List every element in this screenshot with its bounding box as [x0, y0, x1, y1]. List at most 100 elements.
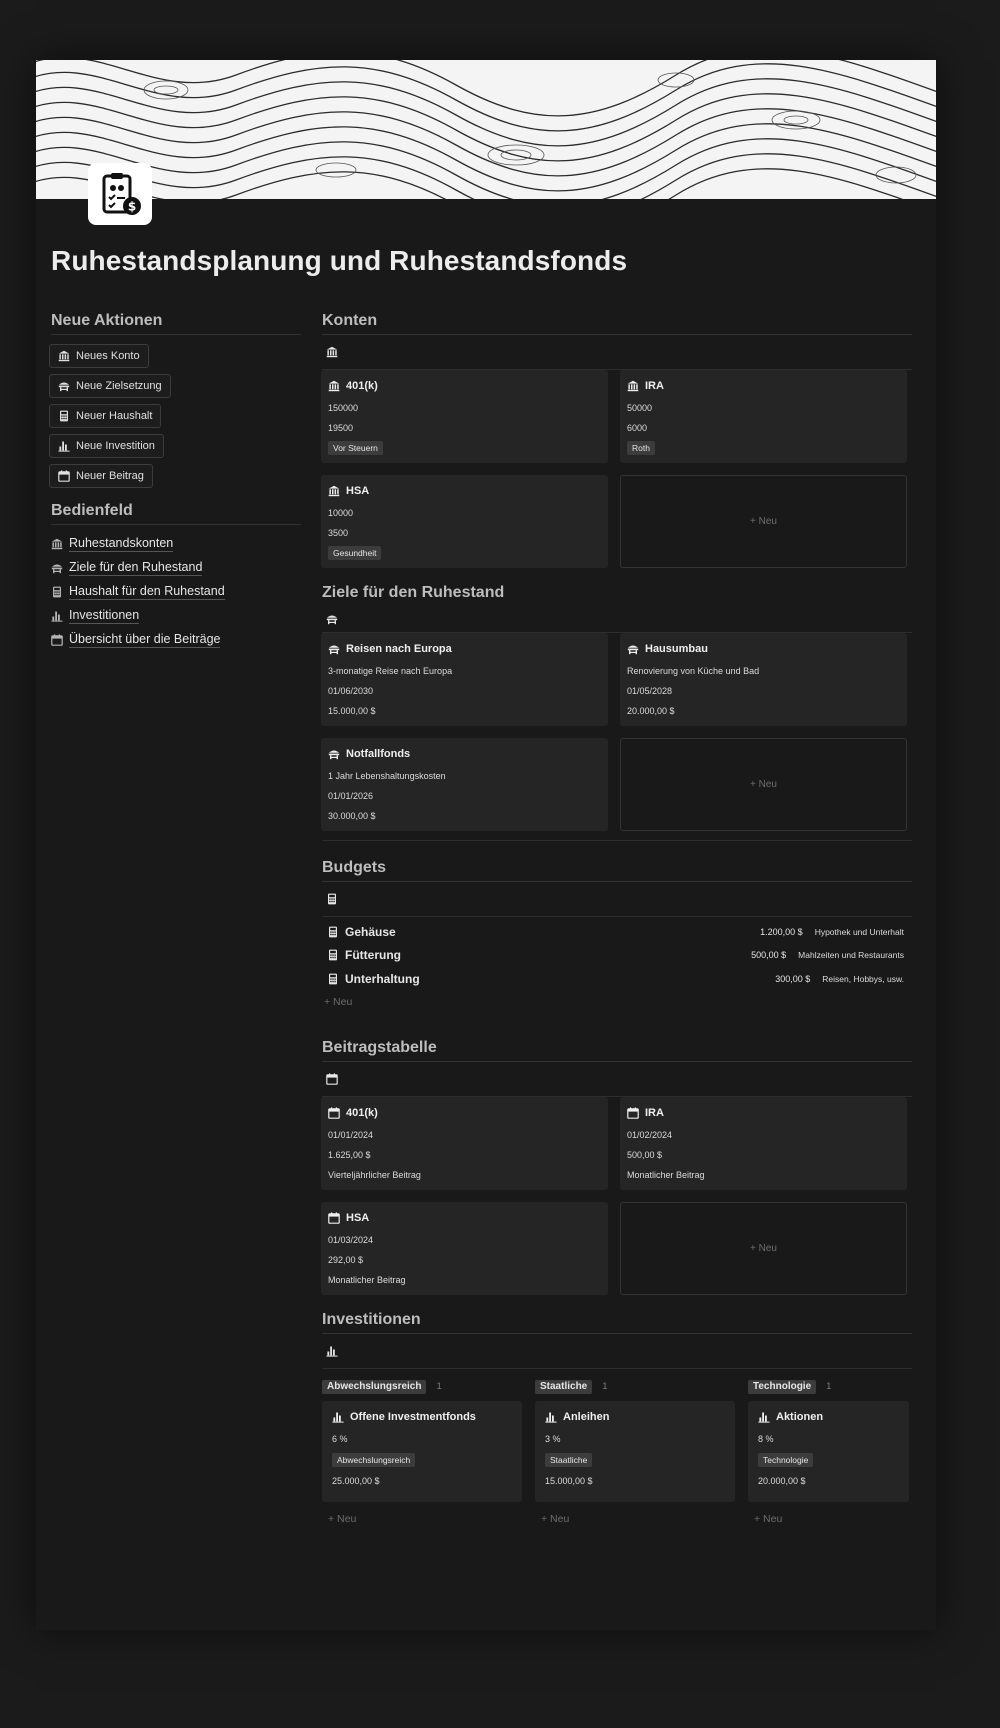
- contribution-card[interactable]: 401(k) 01/01/2024 1.625,00 $ Vierteljähr…: [321, 1096, 608, 1190]
- goal-card[interactable]: Notfallfonds 1 Jahr Lebenshaltungskosten…: [321, 738, 608, 831]
- new-goal-card-button[interactable]: + Neu: [620, 738, 907, 831]
- budget-row[interactable]: Gehäuse 1.200,00 $ Hypothek und Unterhal…: [322, 920, 912, 944]
- goal-amount: 30.000,00 $: [328, 811, 376, 821]
- action-label: Neuer Beitrag: [76, 470, 144, 482]
- investment-card[interactable]: Aktionen 8 % Technologie 20.000,00 $: [748, 1400, 909, 1502]
- card-title: 401(k): [328, 378, 601, 394]
- contribution-amount: 1.625,00 $: [328, 1149, 371, 1160]
- board-column-header[interactable]: Staatliche 1: [535, 1377, 735, 1397]
- contribution-amount: 292,00 $: [328, 1254, 364, 1265]
- action-label: Neue Zielsetzung: [76, 380, 162, 392]
- contribution-date: 01/01/2024: [328, 1129, 374, 1140]
- account-contribution: 19500: [328, 423, 354, 433]
- investment-tag: Staatliche: [545, 1452, 593, 1467]
- investment-amount: 15.000,00 $: [545, 1475, 593, 1486]
- goal-name: Reisen nach Europa: [346, 643, 452, 655]
- new-budget-button[interactable]: Neuer Haushalt: [49, 404, 162, 428]
- calendar-icon: [328, 1107, 340, 1119]
- new-goal-button[interactable]: Neue Zielsetzung: [49, 374, 171, 398]
- contribution-card[interactable]: HSA 01/03/2024 292,00 $ Monatlicher Beit…: [321, 1201, 608, 1295]
- nav-link-investments[interactable]: Investitionen: [51, 604, 301, 628]
- goal-description: Renovierung von Küche und Bad: [627, 666, 760, 676]
- budget-amount: 1.200,00 $: [760, 926, 803, 937]
- goal-name: Hausumbau: [645, 643, 708, 655]
- accounts-heading: Konten: [322, 308, 912, 335]
- contribution-amount: 500,00 $: [627, 1149, 663, 1160]
- new-contribution-card-button[interactable]: + Neu: [620, 1201, 907, 1295]
- budgets-view-tab[interactable]: [322, 882, 912, 917]
- account-card[interactable]: HSA 10000 3500 Gesundheit: [321, 475, 608, 568]
- dashboard-heading: Bedienfeld: [51, 498, 301, 525]
- nav-link-goals[interactable]: Ziele für den Ruhestand: [51, 556, 301, 580]
- contribution-date: 01/02/2024: [627, 1129, 673, 1140]
- new-account-button[interactable]: Neues Konto: [49, 344, 149, 368]
- accounts-view-tab[interactable]: [322, 335, 912, 370]
- calculator-icon: [326, 893, 338, 905]
- nav-link-accounts[interactable]: Ruhestandskonten: [51, 532, 301, 556]
- account-contribution: 3500: [328, 528, 349, 538]
- investments-board: Abwechslungsreich 1 Offene Investmentfon…: [322, 1369, 912, 1530]
- calculator-icon: [51, 586, 63, 598]
- budget-row[interactable]: Fütterung 500,00 $ Mahlzeiten und Restau…: [322, 944, 912, 968]
- contribution-card[interactable]: IRA 01/02/2024 500,00 $ Monatlicher Beit…: [620, 1096, 907, 1190]
- bank-icon: [58, 350, 70, 362]
- action-label: Neuer Haushalt: [76, 410, 153, 422]
- page-icon[interactable]: $: [88, 163, 152, 225]
- nav-link-contributions[interactable]: Übersicht über die Beiträge: [51, 628, 301, 652]
- board-column-header[interactable]: Technologie 1: [748, 1377, 909, 1397]
- investment-card[interactable]: Offene Investmentfonds 6 % Abwechslungsr…: [322, 1400, 522, 1502]
- budget-name-cell: Unterhaltung: [327, 972, 775, 986]
- new-contribution-button[interactable]: Neuer Beitrag: [49, 464, 153, 488]
- calculator-icon: [327, 973, 339, 985]
- topographic-pattern-icon: [36, 60, 936, 199]
- bank-icon: [328, 485, 340, 497]
- card-title: Offene Investmentfonds: [332, 1409, 512, 1425]
- account-card[interactable]: IRA 50000 6000 Roth: [620, 370, 907, 463]
- tax-tag: Roth: [627, 441, 655, 455]
- tax-tag: Gesundheit: [328, 546, 382, 560]
- new-investment-button[interactable]: Neue Investition: [49, 434, 164, 458]
- goal-date: 01/06/2030: [328, 686, 374, 696]
- nav-link-budget[interactable]: Haushalt für den Ruhestand: [51, 580, 301, 604]
- bank-icon: [51, 538, 63, 550]
- new-account-card-button[interactable]: + Neu: [620, 475, 907, 568]
- calculator-icon: [327, 949, 339, 961]
- contributions-heading: Beitragstabelle: [322, 1035, 912, 1062]
- goals-view-tab[interactable]: [322, 606, 912, 633]
- new-budget-row-button[interactable]: + Neu: [322, 991, 912, 1013]
- calendar-icon: [326, 1073, 338, 1085]
- cover-image[interactable]: [36, 60, 936, 199]
- goal-amount: 15.000,00 $: [328, 706, 376, 716]
- clipboard-money-icon: $: [102, 173, 141, 215]
- bar-chart-icon: [758, 1411, 770, 1423]
- tax-tag: Vor Steuern: [328, 441, 383, 455]
- contribution-name: HSA: [346, 1211, 370, 1224]
- board-column-header[interactable]: Abwechslungsreich 1: [322, 1377, 522, 1397]
- budget-row[interactable]: Unterhaltung 300,00 $ Reisen, Hobbys, us…: [322, 967, 912, 991]
- new-investment-item-button[interactable]: + Neu: [748, 1508, 909, 1530]
- nav-label: Investitionen: [69, 608, 140, 624]
- investments-view-tab[interactable]: [322, 1334, 912, 1369]
- group-count: 1: [602, 1381, 608, 1392]
- goal-card[interactable]: Reisen nach Europa 3-monatige Reise nach…: [321, 633, 608, 726]
- goal-card[interactable]: Hausumbau Renovierung von Küche und Bad …: [620, 633, 907, 726]
- investment-card[interactable]: Anleihen 3 % Staatliche 15.000,00 $: [535, 1400, 735, 1502]
- goals-heading: Ziele für den Ruhestand: [322, 584, 505, 601]
- account-card[interactable]: 401(k) 150000 19500 Vor Steuern: [321, 370, 608, 463]
- budget-amount: 500,00 $: [751, 950, 787, 961]
- action-label: Neue Investition: [76, 440, 155, 452]
- contributions-view-tab[interactable]: [322, 1062, 912, 1097]
- new-investment-item-button[interactable]: + Neu: [322, 1508, 522, 1530]
- new-investment-item-button[interactable]: + Neu: [535, 1508, 735, 1530]
- budget-note: Mahlzeiten und Restaurants: [798, 950, 904, 961]
- page-title: Ruhestandsplanung und Ruhestandsfonds: [51, 245, 628, 276]
- beach-chair-icon: [51, 562, 63, 574]
- card-title: IRA: [627, 378, 900, 394]
- contribution-frequency: Monatlicher Beitrag: [627, 1169, 705, 1180]
- budget-name: Unterhaltung: [345, 971, 420, 986]
- account-balance: 150000: [328, 403, 359, 413]
- bar-chart-icon: [332, 1411, 344, 1423]
- investment-rate: 8 %: [758, 1433, 774, 1444]
- group-count: 1: [436, 1381, 442, 1392]
- budget-name: Fütterung: [345, 948, 401, 963]
